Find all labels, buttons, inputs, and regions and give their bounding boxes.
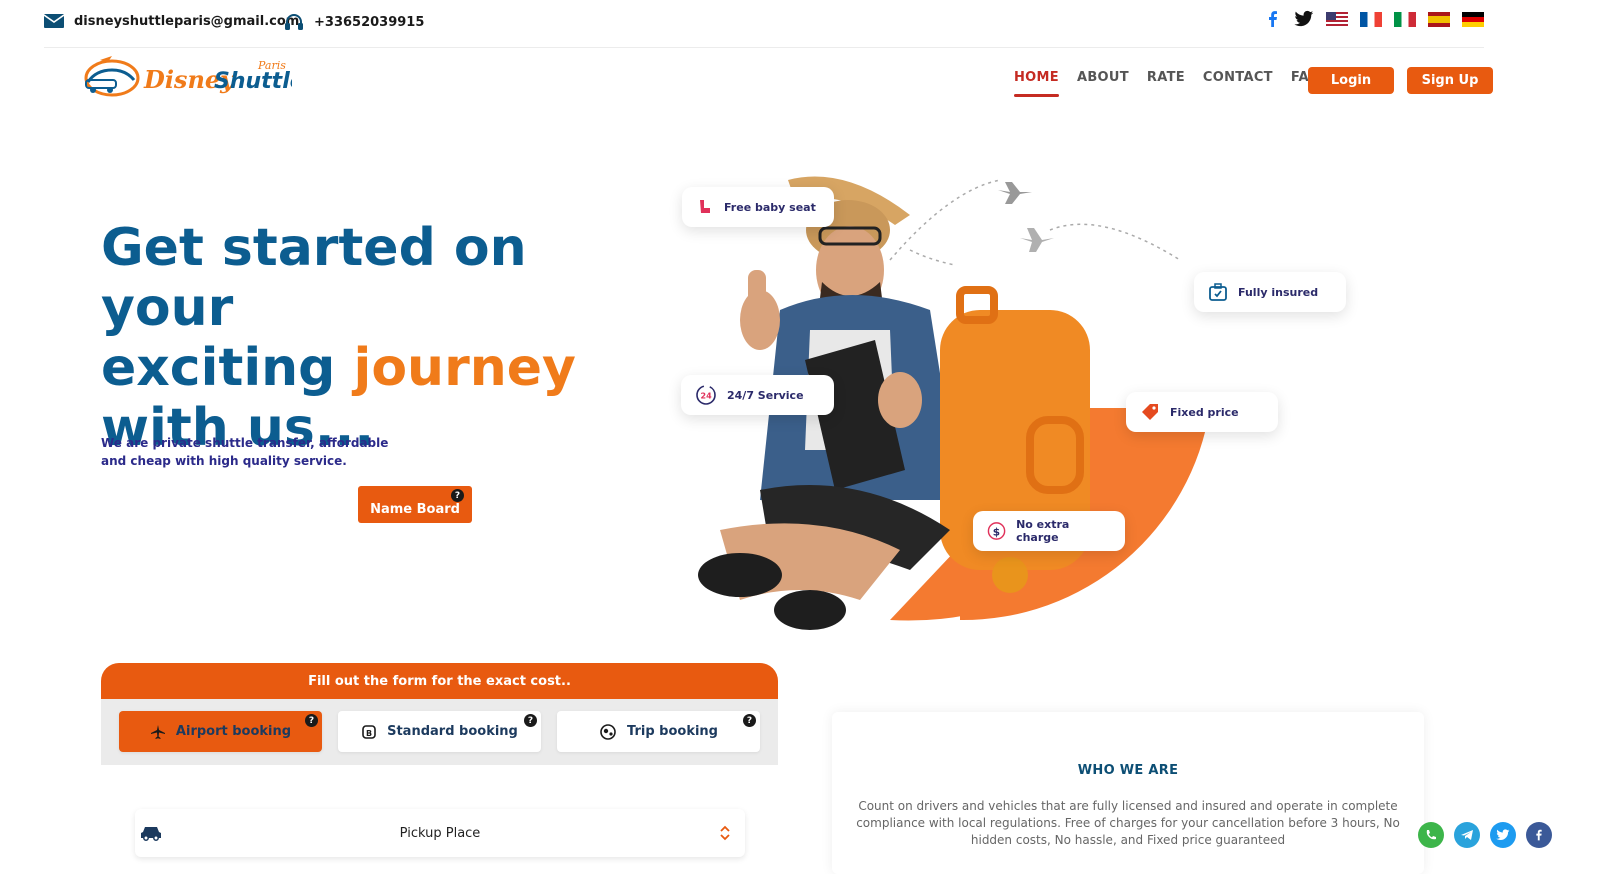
standard-icon: B xyxy=(362,724,376,739)
pickup-place-select[interactable]: Pickup Place xyxy=(135,809,745,857)
main-nav: Disney Shuttle Paris HOME ABOUT RATE CON… xyxy=(0,48,1600,118)
feature-label: Fixed price xyxy=(1170,405,1239,419)
email-contact[interactable]: disneyshuttleparis@gmail.com xyxy=(44,13,299,29)
flag-us[interactable] xyxy=(1326,11,1348,27)
tab-airport-booking[interactable]: Airport booking ? xyxy=(119,711,322,752)
name-board-label: Name Board xyxy=(370,502,460,517)
hero-title: Get started on your exciting journey wit… xyxy=(101,218,661,458)
flag-it[interactable] xyxy=(1394,11,1416,27)
flag-es[interactable] xyxy=(1428,11,1450,27)
price-tag-icon xyxy=(1142,404,1158,420)
hero-subtitle: We are private shuttle transfer, afforda… xyxy=(101,436,389,468)
tab-label: Standard booking xyxy=(387,724,518,739)
trip-icon xyxy=(600,723,616,740)
tab-label: Airport booking xyxy=(175,724,292,739)
insured-icon xyxy=(1209,283,1227,301)
baby-seat-icon xyxy=(700,200,710,213)
top-social-links xyxy=(1264,10,1484,28)
help-badge-icon[interactable]: ? xyxy=(305,714,318,727)
nav-rate[interactable]: RATE xyxy=(1147,70,1185,85)
svg-text:B: B xyxy=(366,729,372,738)
flag-de[interactable] xyxy=(1462,11,1484,27)
booking-tabs: Airport booking ? B Standard booking ? T… xyxy=(101,699,778,765)
login-button[interactable]: Login xyxy=(1308,67,1394,94)
who-we-are-card: WHO WE ARE Count on drivers and vehicles… xyxy=(832,712,1424,874)
feature-label: Free baby seat xyxy=(724,200,816,214)
hero-title-word-exciting: exciting xyxy=(101,338,336,398)
feature-fully-insured: Fully insured xyxy=(1194,272,1346,312)
twitter-icon[interactable] xyxy=(1294,10,1314,28)
tab-trip-booking[interactable]: Trip booking ? xyxy=(557,711,760,752)
phone-text: +33652039915 xyxy=(314,14,425,30)
dollar-icon: $ xyxy=(987,522,1006,540)
nav-home[interactable]: HOME xyxy=(1014,70,1059,97)
form-body: Pickup Place xyxy=(101,765,778,874)
top-bar: disneyshuttleparis@gmail.com +3365203991… xyxy=(44,0,1484,48)
svg-text:$: $ xyxy=(993,526,1000,538)
telegram-icon[interactable] xyxy=(1454,822,1480,848)
nav-contact[interactable]: CONTACT xyxy=(1203,70,1273,85)
mail-icon xyxy=(44,14,64,28)
hero-title-line1: Get started on your xyxy=(101,218,527,338)
facebook-icon[interactable] xyxy=(1264,10,1282,28)
who-we-are-title: WHO WE ARE xyxy=(1077,763,1179,778)
logo-text-sub: Paris xyxy=(257,59,286,72)
hero-title-line2: exciting journey xyxy=(101,338,661,398)
nav-menu: HOME ABOUT RATE CONTACT FAQ xyxy=(1014,70,1320,97)
twitter-float-icon[interactable] xyxy=(1490,822,1516,848)
feature-free-baby-seat: Free baby seat xyxy=(682,187,834,227)
nav-about[interactable]: ABOUT xyxy=(1077,70,1129,85)
signup-button[interactable]: Sign Up xyxy=(1407,67,1493,94)
help-badge-icon[interactable]: ? xyxy=(451,489,464,502)
headset-icon xyxy=(285,14,303,30)
feature-label: Fully insured xyxy=(1238,285,1319,299)
site-logo[interactable]: Disney Shuttle Paris xyxy=(82,52,305,100)
facebook-float-icon[interactable] xyxy=(1526,822,1552,848)
who-we-are-text: Count on drivers and vehicles that are f… xyxy=(856,799,1400,847)
feature-label: 24/7 Service xyxy=(727,388,804,402)
email-text: disneyshuttleparis@gmail.com xyxy=(74,13,300,29)
name-board-button[interactable]: Name Board ? xyxy=(358,486,472,523)
svg-text:24: 24 xyxy=(701,392,713,401)
logo-text-b: Shuttle xyxy=(214,69,292,94)
tab-label: Trip booking xyxy=(627,724,718,739)
plane-icon xyxy=(150,724,165,739)
floating-social-links xyxy=(1418,822,1552,848)
help-badge-icon[interactable]: ? xyxy=(743,714,756,727)
hero-title-word-journey: journey xyxy=(353,338,576,398)
feature-24-7-service: 24 24/7 Service xyxy=(681,375,834,415)
help-badge-icon[interactable]: ? xyxy=(524,714,537,727)
booking-form: Fill out the form for the exact cost.. A… xyxy=(101,663,778,874)
tab-standard-booking[interactable]: B Standard booking ? xyxy=(338,711,541,752)
pickup-place-label: Pickup Place xyxy=(399,825,481,841)
feature-fixed-price: Fixed price xyxy=(1126,392,1278,432)
clock-24-icon: 24 xyxy=(696,385,716,405)
feature-no-extra-charge: $ No extra charge xyxy=(973,511,1125,551)
feature-label: No extra charge xyxy=(1016,518,1070,544)
flag-fr[interactable] xyxy=(1360,11,1382,27)
whatsapp-icon[interactable] xyxy=(1418,822,1444,848)
chevron-updown-icon xyxy=(720,825,730,841)
phone-contact[interactable]: +33652039915 xyxy=(284,13,424,31)
form-header: Fill out the form for the exact cost.. xyxy=(101,663,778,699)
